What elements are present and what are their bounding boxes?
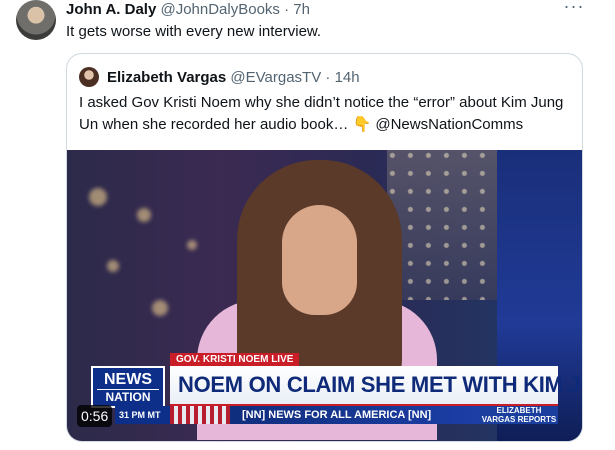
tweet-text: It gets worse with every new interview. <box>66 23 322 40</box>
show-name-badge: ELIZABETH VARGAS REPORTS <box>480 406 558 424</box>
quoted-author-handle[interactable]: @EVargasTV <box>230 69 321 86</box>
quoted-author-avatar[interactable] <box>79 67 99 87</box>
tweet-time[interactable]: 7h <box>293 1 310 18</box>
quoted-tweet-text: I asked Gov Kristi Noem why she didn’t n… <box>79 92 574 136</box>
bokeh-light <box>137 208 151 222</box>
author-handle[interactable]: @JohnDalyBooks <box>160 1 279 18</box>
separator-dot: · <box>284 1 290 18</box>
bokeh-light <box>187 240 197 250</box>
newsnation-logo: NEWS NATION <box>91 366 165 408</box>
quoted-tweet-header: Elizabeth Vargas @EVargasTV · 14h <box>107 68 360 88</box>
more-options-icon[interactable]: ··· <box>563 0 585 20</box>
author-name[interactable]: John A. Daly <box>66 1 156 18</box>
quoted-author-name[interactable]: Elizabeth Vargas <box>107 69 226 86</box>
time-fragment: 31 PM MT <box>115 406 170 424</box>
bokeh-light <box>152 300 168 316</box>
anchor-face <box>282 205 357 315</box>
separator-dot: · <box>325 69 331 86</box>
show-line1: ELIZABETH <box>496 406 542 415</box>
mention-link[interactable]: @NewsNationComms <box>371 116 523 133</box>
flag-stripe <box>170 406 230 424</box>
tweet[interactable]: John A. Daly @JohnDalyBooks · 7h ··· It … <box>0 0 615 450</box>
pointing-down-emoji-icon: 👇 <box>352 116 372 133</box>
video-player[interactable]: GOV. KRISTI NOEM LIVE NOEM ON CLAIM SHE … <box>67 150 582 441</box>
headline-text: NOEM ON CLAIM SHE MET WITH KIM JONG UN <box>178 372 582 397</box>
video-duration: 0:56 <box>77 405 113 427</box>
live-tag: GOV. KRISTI NOEM LIVE <box>170 353 300 366</box>
ticker-bar: [NN] NEWS FOR ALL AMERICA [NN] <box>170 406 480 424</box>
bokeh-light <box>107 260 119 272</box>
headline-bar: NOEM ON CLAIM SHE MET WITH KIM JONG UN <box>170 366 582 406</box>
author-avatar[interactable] <box>16 0 56 40</box>
quoted-tweet[interactable]: Elizabeth Vargas @EVargasTV · 14h I aske… <box>66 53 583 442</box>
quoted-tweet-time[interactable]: 14h <box>335 69 360 86</box>
logo-word-nation: NATION <box>97 389 159 404</box>
tweet-header: John A. Daly @JohnDalyBooks · 7h <box>66 0 310 20</box>
show-line2: VARGAS REPORTS <box>481 415 557 424</box>
bokeh-light <box>89 188 107 206</box>
logo-word-news: NEWS <box>104 371 152 388</box>
ticker-text: [NN] NEWS FOR ALL AMERICA [NN] <box>242 409 432 421</box>
